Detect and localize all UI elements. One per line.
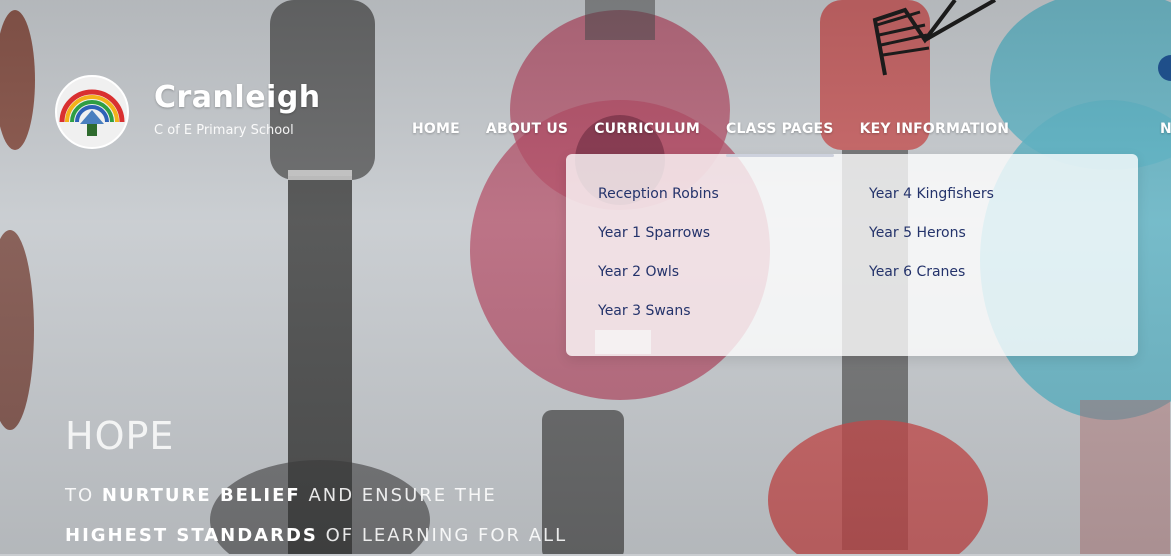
motto-line-2: HIGHEST STANDARDS OF LEARNING FOR ALL	[65, 516, 567, 556]
nav-item-home[interactable]: HOME	[412, 121, 460, 141]
school-name: Cranleigh	[154, 80, 321, 115]
rainbow-school-crest-icon[interactable]	[52, 72, 132, 152]
motto-line-1-prefix: TO	[65, 485, 102, 506]
nav-item-curriculum[interactable]: CURRICULUM	[594, 121, 700, 141]
nav-item-about-us[interactable]: ABOUT US	[486, 121, 568, 141]
class-link-year-5-herons[interactable]: Year 5 Herons	[869, 223, 994, 243]
hero-title: HOPE	[65, 414, 175, 458]
school-subtitle: C of E Primary School	[154, 123, 294, 138]
class-link-year-3-swans[interactable]: Year 3 Swans	[598, 301, 719, 321]
dropdown-right-column: Year 4 Kingfishers Year 5 Herons Year 6 …	[869, 184, 994, 282]
motto-line-2-suffix: OF LEARNING FOR ALL	[317, 525, 568, 546]
hero-motto: TO NURTURE BELIEF AND ENSURE THE HIGHEST…	[65, 476, 567, 556]
motto-line-1: TO NURTURE BELIEF AND ENSURE THE	[65, 476, 567, 516]
nav-overflow: N	[1160, 121, 1171, 141]
motto-line-1-bold: NURTURE BELIEF	[101, 485, 301, 506]
class-link-year-4-kingfishers[interactable]: Year 4 Kingfishers	[869, 184, 994, 204]
motto-line-2-bold: HIGHEST STANDARDS	[65, 525, 318, 546]
nav-item-key-information[interactable]: KEY INFORMATION	[860, 121, 1010, 141]
motto-line-1-suffix: AND ENSURE THE	[300, 485, 497, 506]
sketch-scribble-icon	[872, 0, 996, 76]
nav-item-overflow[interactable]: N	[1160, 121, 1171, 141]
main-nav: HOME ABOUT US CURRICULUM CLASS PAGES KEY…	[412, 121, 1010, 157]
nav-item-class-pages[interactable]: CLASS PAGES	[725, 121, 834, 157]
dropdown-left-column: Reception Robins Year 1 Sparrows Year 2 …	[598, 184, 719, 321]
class-pages-dropdown: Reception Robins Year 1 Sparrows Year 2 …	[566, 154, 1138, 356]
class-link-reception-robins[interactable]: Reception Robins	[598, 184, 719, 204]
school-brand[interactable]: Cranleigh C of E Primary School	[154, 80, 321, 140]
class-link-year-2-owls[interactable]: Year 2 Owls	[598, 262, 719, 282]
class-link-year-1-sparrows[interactable]: Year 1 Sparrows	[598, 223, 719, 243]
class-link-year-6-cranes[interactable]: Year 6 Cranes	[869, 262, 994, 282]
